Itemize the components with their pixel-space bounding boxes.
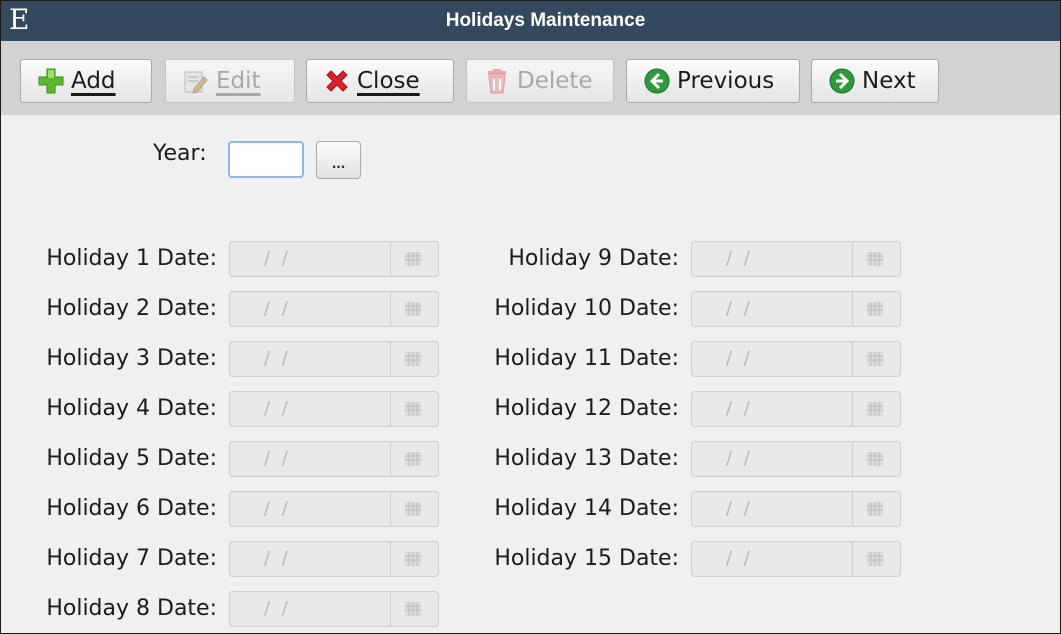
holiday-15-date-field[interactable]: / /	[691, 541, 901, 577]
date-mask: / /	[264, 398, 291, 419]
date-mask: / /	[726, 348, 753, 369]
holiday-7-date-field[interactable]: / /	[229, 541, 439, 577]
holiday-5-date-field[interactable]: / /	[229, 441, 439, 477]
add-button-label: Add	[71, 68, 116, 94]
calendar-icon[interactable]	[867, 252, 883, 266]
edit-button-label: Edit	[216, 68, 261, 94]
holiday-2-label: Holiday 2 Date:	[46, 296, 217, 321]
calendar-icon[interactable]	[405, 502, 421, 516]
title-bar: E Holidays Maintenance	[1, 1, 1060, 41]
holiday-14-label: Holiday 14 Date:	[494, 496, 679, 521]
calendar-icon[interactable]	[867, 452, 883, 466]
year-label: Year:	[153, 141, 207, 166]
date-mask: / /	[726, 448, 753, 469]
calendar-icon[interactable]	[405, 252, 421, 266]
calendar-icon[interactable]	[405, 302, 421, 316]
close-button-label: Close	[357, 68, 420, 94]
holiday-8-date-field[interactable]: / /	[229, 591, 439, 627]
holiday-13-label: Holiday 13 Date:	[494, 446, 679, 471]
calendar-icon[interactable]	[405, 402, 421, 416]
date-mask: / /	[264, 448, 291, 469]
calendar-icon[interactable]	[867, 302, 883, 316]
date-mask: / /	[264, 348, 291, 369]
calendar-icon[interactable]	[867, 502, 883, 516]
calendar-icon[interactable]	[405, 552, 421, 566]
year-lookup-button[interactable]: ...	[316, 141, 361, 179]
window-title: Holidays Maintenance	[445, 10, 646, 31]
date-mask: / /	[726, 398, 753, 419]
calendar-icon[interactable]	[867, 552, 883, 566]
holiday-3-label: Holiday 3 Date:	[46, 346, 217, 371]
date-mask: / /	[264, 548, 291, 569]
holiday-6-label: Holiday 6 Date:	[46, 496, 217, 521]
holiday-9-date-field[interactable]: / /	[691, 241, 901, 277]
date-mask: / /	[264, 248, 291, 269]
close-button[interactable]: Close	[306, 59, 454, 103]
delete-button-label: Delete	[517, 68, 593, 94]
holiday-11-label: Holiday 11 Date:	[494, 346, 679, 371]
holiday-14-date-field[interactable]: / /	[691, 491, 901, 527]
year-input[interactable]	[228, 141, 304, 178]
calendar-icon[interactable]	[405, 452, 421, 466]
date-mask: / /	[726, 248, 753, 269]
next-button-label: Next	[862, 68, 916, 94]
holiday-10-label: Holiday 10 Date:	[494, 296, 679, 321]
calendar-icon[interactable]	[867, 352, 883, 366]
date-mask: / /	[264, 598, 291, 619]
holiday-10-date-field[interactable]: / /	[691, 291, 901, 327]
next-button[interactable]: Next	[811, 59, 939, 103]
holiday-2-date-field[interactable]: / /	[229, 291, 439, 327]
arrow-right-icon	[829, 68, 855, 94]
previous-button[interactable]: Previous	[626, 59, 800, 103]
calendar-icon[interactable]	[867, 402, 883, 416]
holiday-1-label: Holiday 1 Date:	[46, 246, 217, 271]
holiday-15-label: Holiday 15 Date:	[494, 546, 679, 571]
holiday-12-label: Holiday 12 Date:	[494, 396, 679, 421]
holiday-4-label: Holiday 4 Date:	[46, 396, 217, 421]
holidays-maintenance-window: E Holidays Maintenance Add Edit Close De…	[0, 0, 1061, 634]
date-mask: / /	[264, 298, 291, 319]
holiday-7-label: Holiday 7 Date:	[46, 546, 217, 571]
holiday-13-date-field[interactable]: / /	[691, 441, 901, 477]
calendar-icon[interactable]	[405, 352, 421, 366]
edit-icon	[184, 71, 208, 94]
holiday-6-date-field[interactable]: / /	[229, 491, 439, 527]
holiday-4-date-field[interactable]: / /	[229, 391, 439, 427]
trash-icon	[488, 69, 506, 94]
holiday-11-date-field[interactable]: / /	[691, 341, 901, 377]
toolbar: Add Edit Close Delete Previous Next	[1, 41, 1060, 115]
holiday-3-date-field[interactable]: / /	[229, 341, 439, 377]
add-button[interactable]: Add	[20, 59, 152, 103]
holiday-5-label: Holiday 5 Date:	[46, 446, 217, 471]
holiday-9-label: Holiday 9 Date:	[508, 246, 679, 271]
previous-button-label: Previous	[677, 68, 775, 94]
date-mask: / /	[726, 498, 753, 519]
date-mask: / /	[264, 498, 291, 519]
date-mask: / /	[726, 548, 753, 569]
holiday-12-date-field[interactable]: / /	[691, 391, 901, 427]
close-x-icon	[326, 70, 348, 92]
plus-icon	[38, 68, 64, 94]
arrow-left-icon	[644, 68, 670, 94]
delete-button[interactable]: Delete	[466, 59, 614, 103]
holiday-8-label: Holiday 8 Date:	[46, 596, 217, 621]
holiday-1-date-field[interactable]: / /	[229, 241, 439, 277]
date-mask: / /	[726, 298, 753, 319]
edit-button[interactable]: Edit	[165, 59, 295, 103]
calendar-icon[interactable]	[405, 602, 421, 616]
